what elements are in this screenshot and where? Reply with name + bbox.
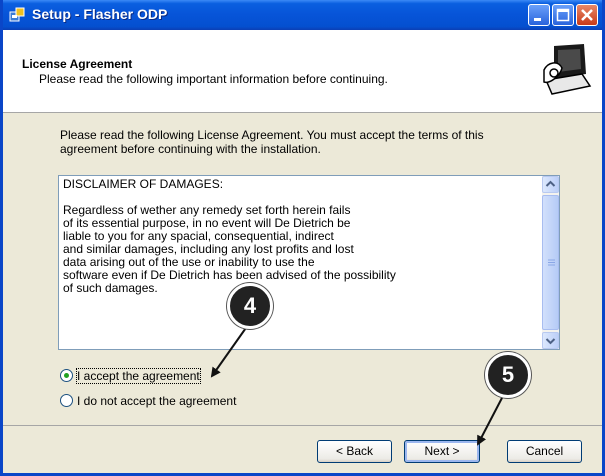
- chevron-down-icon: [545, 338, 556, 345]
- license-body: Regardless of wether any remedy set fort…: [63, 203, 396, 295]
- title-bar[interactable]: Setup - Flasher ODP: [3, 0, 602, 30]
- accept-radio[interactable]: [60, 369, 73, 382]
- license-heading: DISCLAIMER OF DAMAGES:: [63, 177, 224, 191]
- setup-app-icon: [9, 7, 25, 22]
- chevron-up-icon: [545, 180, 556, 187]
- grip-icon: [548, 259, 555, 266]
- back-button[interactable]: < Back: [317, 440, 392, 463]
- maximize-icon: [556, 8, 570, 22]
- license-scrollbar[interactable]: [542, 176, 559, 349]
- license-text-box[interactable]: DISCLAIMER OF DAMAGES: Regardless of wet…: [58, 175, 560, 350]
- setup-computer-icon: [540, 40, 592, 100]
- license-intro-text: Please read the following License Agreem…: [60, 128, 484, 156]
- decline-radio[interactable]: [60, 394, 73, 407]
- wizard-header: License Agreement Please read the follow…: [3, 30, 602, 113]
- maximize-button[interactable]: [552, 4, 574, 26]
- step-5-callout: 5: [485, 352, 531, 398]
- page-subtitle: Please read the following important info…: [39, 72, 388, 86]
- next-button[interactable]: Next >: [404, 440, 480, 463]
- license-text: DISCLAIMER OF DAMAGES: Regardless of wet…: [63, 178, 396, 295]
- window-title: Setup - Flasher ODP: [32, 6, 168, 22]
- step-4-callout: 4: [227, 283, 273, 329]
- decline-label[interactable]: I do not accept the agreement: [77, 394, 236, 408]
- setup-window: Setup - Flasher ODP License Agreement Pl…: [0, 0, 605, 476]
- accept-label[interactable]: I accept the agreement: [76, 368, 201, 384]
- scroll-up-button[interactable]: [542, 176, 559, 193]
- page-title: License Agreement: [22, 57, 133, 71]
- scroll-thumb[interactable]: [542, 195, 559, 330]
- close-button[interactable]: [576, 4, 598, 26]
- cancel-button[interactable]: Cancel: [507, 440, 582, 463]
- radio-selected-dot: [64, 373, 69, 378]
- scroll-down-button[interactable]: [542, 332, 559, 349]
- minimize-button[interactable]: [528, 4, 550, 26]
- minimize-icon: [534, 18, 541, 21]
- close-icon: [581, 9, 593, 21]
- button-area-divider: [3, 425, 602, 426]
